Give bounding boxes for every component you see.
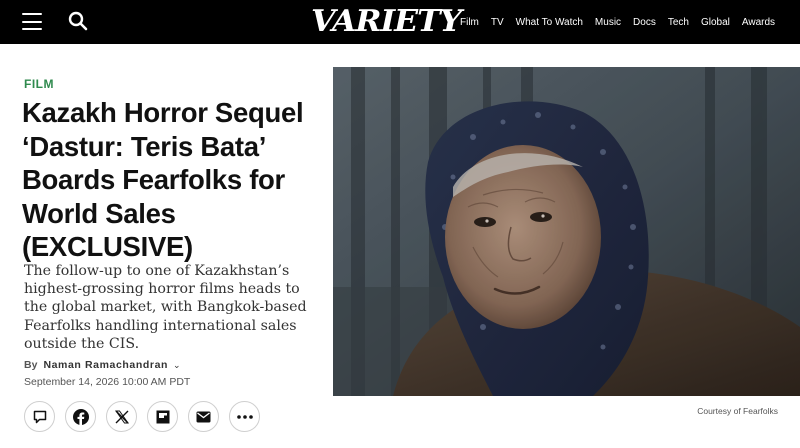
facebook-icon[interactable] xyxy=(65,401,96,432)
image-credit: Courtesy of Fearfolks xyxy=(697,406,778,416)
x-icon[interactable] xyxy=(106,401,137,432)
logo-text: VARIETY xyxy=(311,4,462,39)
author-name[interactable]: Naman Ramachandran xyxy=(43,359,168,371)
chevron-down-icon[interactable]: ⌄ xyxy=(173,360,181,371)
nav-item-music[interactable]: Music xyxy=(595,17,621,28)
main-nav: Film TV What To Watch Music Docs Tech Gl… xyxy=(460,0,787,44)
nav-item-awards[interactable]: Awards xyxy=(742,17,775,28)
nav-item-film[interactable]: Film xyxy=(460,17,479,28)
nav-item-docs[interactable]: Docs xyxy=(633,17,656,28)
byline-prefix: By xyxy=(24,359,38,371)
top-nav-bar: VARIETY Film TV What To Watch Music Docs… xyxy=(0,0,800,44)
share-bar xyxy=(24,401,270,432)
hero-image[interactable] xyxy=(333,67,800,396)
email-icon[interactable] xyxy=(188,401,219,432)
section-label[interactable]: FILM xyxy=(24,77,54,91)
article-headline: Kazakh Horror Sequel ‘Dastur: Teris Bata… xyxy=(22,97,304,262)
publish-date: September 14, 2026 10:00 AM PDT xyxy=(24,376,191,388)
hamburger-menu-icon[interactable] xyxy=(22,13,42,30)
nav-item-what-to-watch[interactable]: What To Watch xyxy=(516,17,583,28)
comment-icon[interactable] xyxy=(24,401,55,432)
nav-item-tv[interactable]: TV xyxy=(491,17,504,28)
nav-item-global[interactable]: Global xyxy=(701,17,730,28)
flipboard-icon[interactable] xyxy=(147,401,178,432)
variety-logo[interactable]: VARIETY xyxy=(311,3,462,41)
nav-item-tech[interactable]: Tech xyxy=(668,17,689,28)
article-dek: The follow-up to one of Kazakhstan’s hig… xyxy=(24,263,307,352)
byline: By Naman Ramachandran ⌄ xyxy=(24,359,181,371)
more-icon[interactable] xyxy=(229,401,260,432)
search-icon[interactable] xyxy=(68,11,88,31)
